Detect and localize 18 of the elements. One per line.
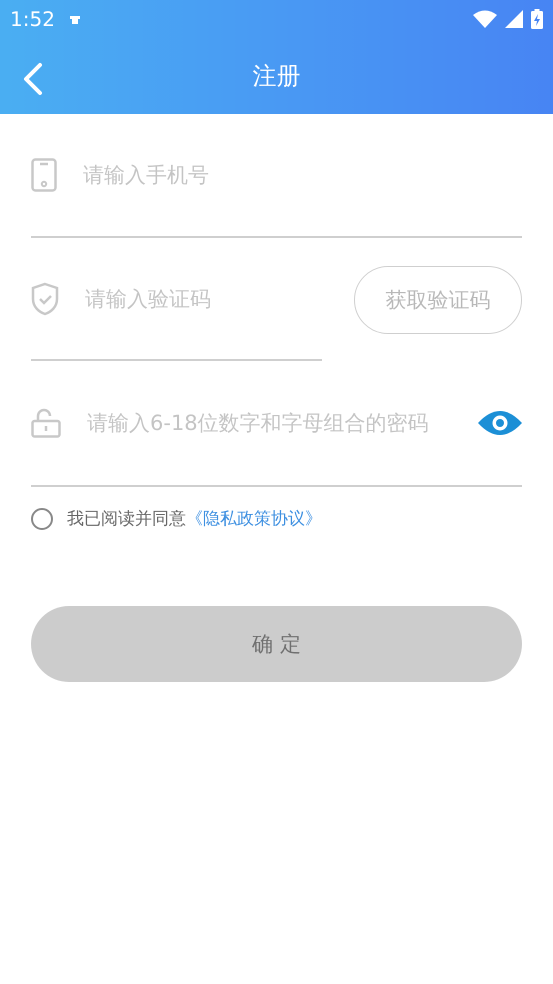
status-time: 1:52 — [10, 7, 55, 31]
battery-icon — [531, 9, 543, 29]
privacy-policy-link[interactable]: 《隐私政策协议》 — [186, 507, 322, 530]
password-input[interactable]: 请输入6-18位数字和字母组合的密码 — [85, 410, 454, 436]
phone-icon — [31, 158, 57, 192]
code-input[interactable]: 请输入验证码 — [83, 286, 322, 312]
back-icon — [22, 62, 44, 96]
wifi-icon — [473, 10, 497, 28]
agreement-text: 我已阅读并同意 — [67, 508, 186, 530]
notification-icon — [68, 13, 81, 25]
signal-icon — [505, 10, 523, 28]
shield-icon — [31, 282, 59, 316]
get-code-button[interactable]: 获取验证码 — [354, 266, 522, 334]
agree-radio[interactable] — [31, 508, 53, 530]
eye-icon[interactable] — [478, 409, 522, 437]
page-title: 注册 — [252, 61, 300, 92]
unlock-icon — [31, 408, 61, 438]
phone-input[interactable]: 请输入手机号 — [81, 162, 522, 188]
